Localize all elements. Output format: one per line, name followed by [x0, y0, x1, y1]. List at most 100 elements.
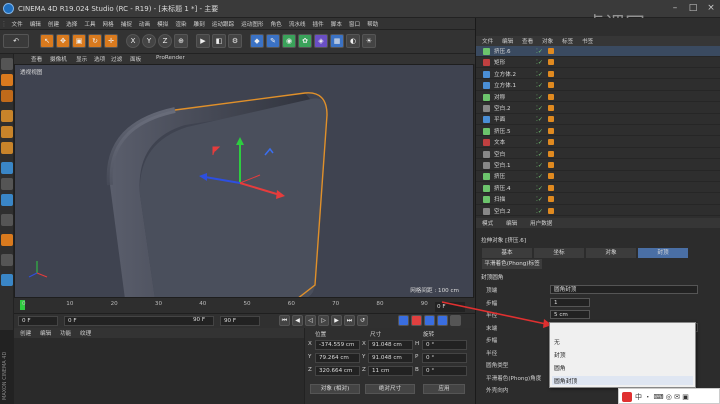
phong-tag-icon[interactable] [548, 139, 554, 146]
coord-system-icon[interactable]: ⊕ [174, 34, 188, 48]
menu-item-14[interactable]: 流水线 [285, 18, 309, 29]
ime-toolbar[interactable]: 中 ・ ⌨ ◎ ✉ ▣ [618, 388, 720, 404]
undo-button[interactable]: ↶ [3, 34, 29, 48]
attr-value-field[interactable]: 圆角封顶 [550, 285, 698, 294]
deformer-icon[interactable]: ◈ [314, 34, 328, 48]
menu-item-15[interactable]: 插件 [309, 18, 327, 29]
close-icon[interactable]: × [704, 2, 718, 15]
x-axis-button[interactable]: X [126, 34, 140, 48]
object-menu-1[interactable]: 编辑 [502, 37, 513, 45]
visibility-dots-icon[interactable]: ⁚✓ [536, 162, 543, 169]
tab-object[interactable]: 对象 [586, 248, 636, 258]
viewport[interactable]: 透视视图 网格间距 : 100 cm [14, 64, 474, 298]
object-row[interactable]: 立方体.1 ⁚✓ [476, 80, 720, 91]
visibility-dots-icon[interactable]: ⁚✓ [536, 151, 543, 158]
visibility-dots-icon[interactable]: ⁚✓ [536, 59, 543, 66]
visibility-dots-icon[interactable]: ⁚✓ [536, 94, 543, 101]
material-menu-3[interactable]: 纹理 [80, 329, 91, 337]
menu-item-12[interactable]: 运动图形 [238, 18, 267, 29]
object-row[interactable]: 矩形 ⁚✓ [476, 57, 720, 68]
visibility-dots-icon[interactable]: ⁚✓ [536, 82, 543, 89]
apply-button[interactable]: 应用 [423, 384, 465, 394]
visibility-dots-icon[interactable]: ⁚✓ [536, 196, 543, 203]
menu-item-2[interactable]: 创建 [44, 18, 62, 29]
dropdown-option[interactable]: 圆角封顶 [552, 376, 693, 385]
menu-item-10[interactable]: 雕刻 [190, 18, 208, 29]
viewport-menu-4[interactable]: 过滤 [111, 55, 122, 63]
phong-tag-icon[interactable] [548, 105, 554, 111]
menu-item-0[interactable]: 文件 [8, 18, 26, 29]
phong-tag-icon[interactable] [548, 127, 554, 134]
menu-item-5[interactable]: 网格 [99, 18, 117, 29]
rotation-field[interactable]: 0 ° [422, 340, 467, 350]
snap-icon[interactable] [1, 194, 13, 206]
phong-tag-icon[interactable] [548, 59, 554, 66]
enable-axis-icon[interactable] [1, 162, 13, 174]
menu-item-9[interactable]: 渲染 [172, 18, 190, 29]
phong-tag-icon[interactable] [548, 207, 554, 214]
menu-item-11[interactable]: 运动跟踪 [208, 18, 237, 29]
render-view-icon[interactable]: ▶ [196, 34, 210, 48]
model-mode-icon[interactable] [1, 74, 13, 86]
visibility-dots-icon[interactable]: ⁚✓ [536, 185, 543, 192]
viewport-menu-5[interactable]: 面板 [130, 55, 141, 63]
end-frame-field[interactable]: 90 F [220, 316, 260, 326]
menu-item-1[interactable]: 编辑 [26, 18, 44, 29]
object-row[interactable]: 扫描 ⁚✓ [476, 194, 720, 205]
phong-tag-icon[interactable] [548, 82, 554, 89]
rotation-field[interactable]: 0 ° [422, 353, 467, 363]
rotation-field[interactable]: 0 ° [422, 366, 467, 376]
timeline[interactable]: 0 10 20 30 40 50 60 70 80 90 [14, 298, 475, 314]
dropdown-option[interactable]: 圆角 [554, 363, 566, 372]
solo-icon[interactable] [1, 274, 13, 286]
phong-tag-icon[interactable] [548, 70, 554, 77]
autokey-icon[interactable] [411, 315, 422, 326]
menu-item-13[interactable]: 角色 [267, 18, 285, 29]
object-row[interactable]: 挤压.4 ⁚✓ [476, 183, 720, 194]
visibility-dots-icon[interactable]: ⁚✓ [536, 48, 543, 55]
tab-coord[interactable]: 坐标 [534, 248, 584, 258]
object-menu-5[interactable]: 书签 [582, 37, 593, 45]
tweak-icon[interactable] [1, 178, 13, 190]
go-start-icon[interactable]: ⏮ [279, 315, 290, 326]
points-mode-icon[interactable] [1, 110, 13, 122]
menu-item-17[interactable]: 窗口 [345, 18, 363, 29]
array-icon[interactable]: ✿ [298, 34, 312, 48]
menu-item-4[interactable]: 工具 [81, 18, 99, 29]
viewport-menu-0[interactable]: 查看 [31, 55, 42, 63]
menu-item-7[interactable]: 动画 [135, 18, 153, 29]
object-menu-4[interactable]: 标签 [562, 37, 573, 45]
material-menu-1[interactable]: 编辑 [40, 329, 51, 337]
lock-workplane-icon[interactable] [1, 234, 13, 246]
scale-tool-icon[interactable]: ▣ [72, 34, 86, 48]
next-key-icon[interactable]: ▶ [331, 315, 342, 326]
size-field[interactable]: 91.048 cm [368, 340, 413, 350]
object-menu-2[interactable]: 查看 [522, 37, 533, 45]
record-key-icon[interactable] [398, 315, 409, 326]
visibility-dots-icon[interactable]: ⁚✓ [536, 105, 543, 112]
material-menu-2[interactable]: 功能 [60, 329, 71, 337]
go-end-icon[interactable]: ⏭ [344, 315, 355, 326]
subdivision-icon[interactable]: ◉ [282, 34, 296, 48]
edges-mode-icon[interactable] [1, 126, 13, 138]
object-row[interactable]: 立方体.2 ⁚✓ [476, 69, 720, 80]
pen-icon[interactable]: ✎ [266, 34, 280, 48]
size-field[interactable]: 91.048 cm [368, 353, 413, 363]
planar-icon[interactable] [1, 254, 13, 266]
position-field[interactable]: -374.559 cm [315, 340, 360, 350]
rotate-tool-icon[interactable]: ↻ [88, 34, 102, 48]
position-field[interactable]: 79.264 cm [315, 353, 360, 363]
phong-tag-icon[interactable] [548, 150, 554, 157]
dropdown-option[interactable]: 无 [554, 337, 560, 346]
play-back-icon[interactable]: ◁ [305, 315, 316, 326]
workplane-icon[interactable] [1, 214, 13, 226]
minimize-icon[interactable]: – [668, 2, 682, 15]
menu-item-16[interactable]: 脚本 [327, 18, 345, 29]
start-frame-field[interactable]: 0 F [18, 316, 58, 326]
attr-menu-0[interactable]: 模式 [482, 219, 493, 227]
cube-icon[interactable]: ◆ [250, 34, 264, 48]
coord-mode-dropdown[interactable]: 对象 (相对) [310, 384, 360, 394]
material-area[interactable] [14, 338, 304, 404]
z-axis-button[interactable]: Z [158, 34, 172, 48]
render-picture-icon[interactable]: ◧ [212, 34, 226, 48]
